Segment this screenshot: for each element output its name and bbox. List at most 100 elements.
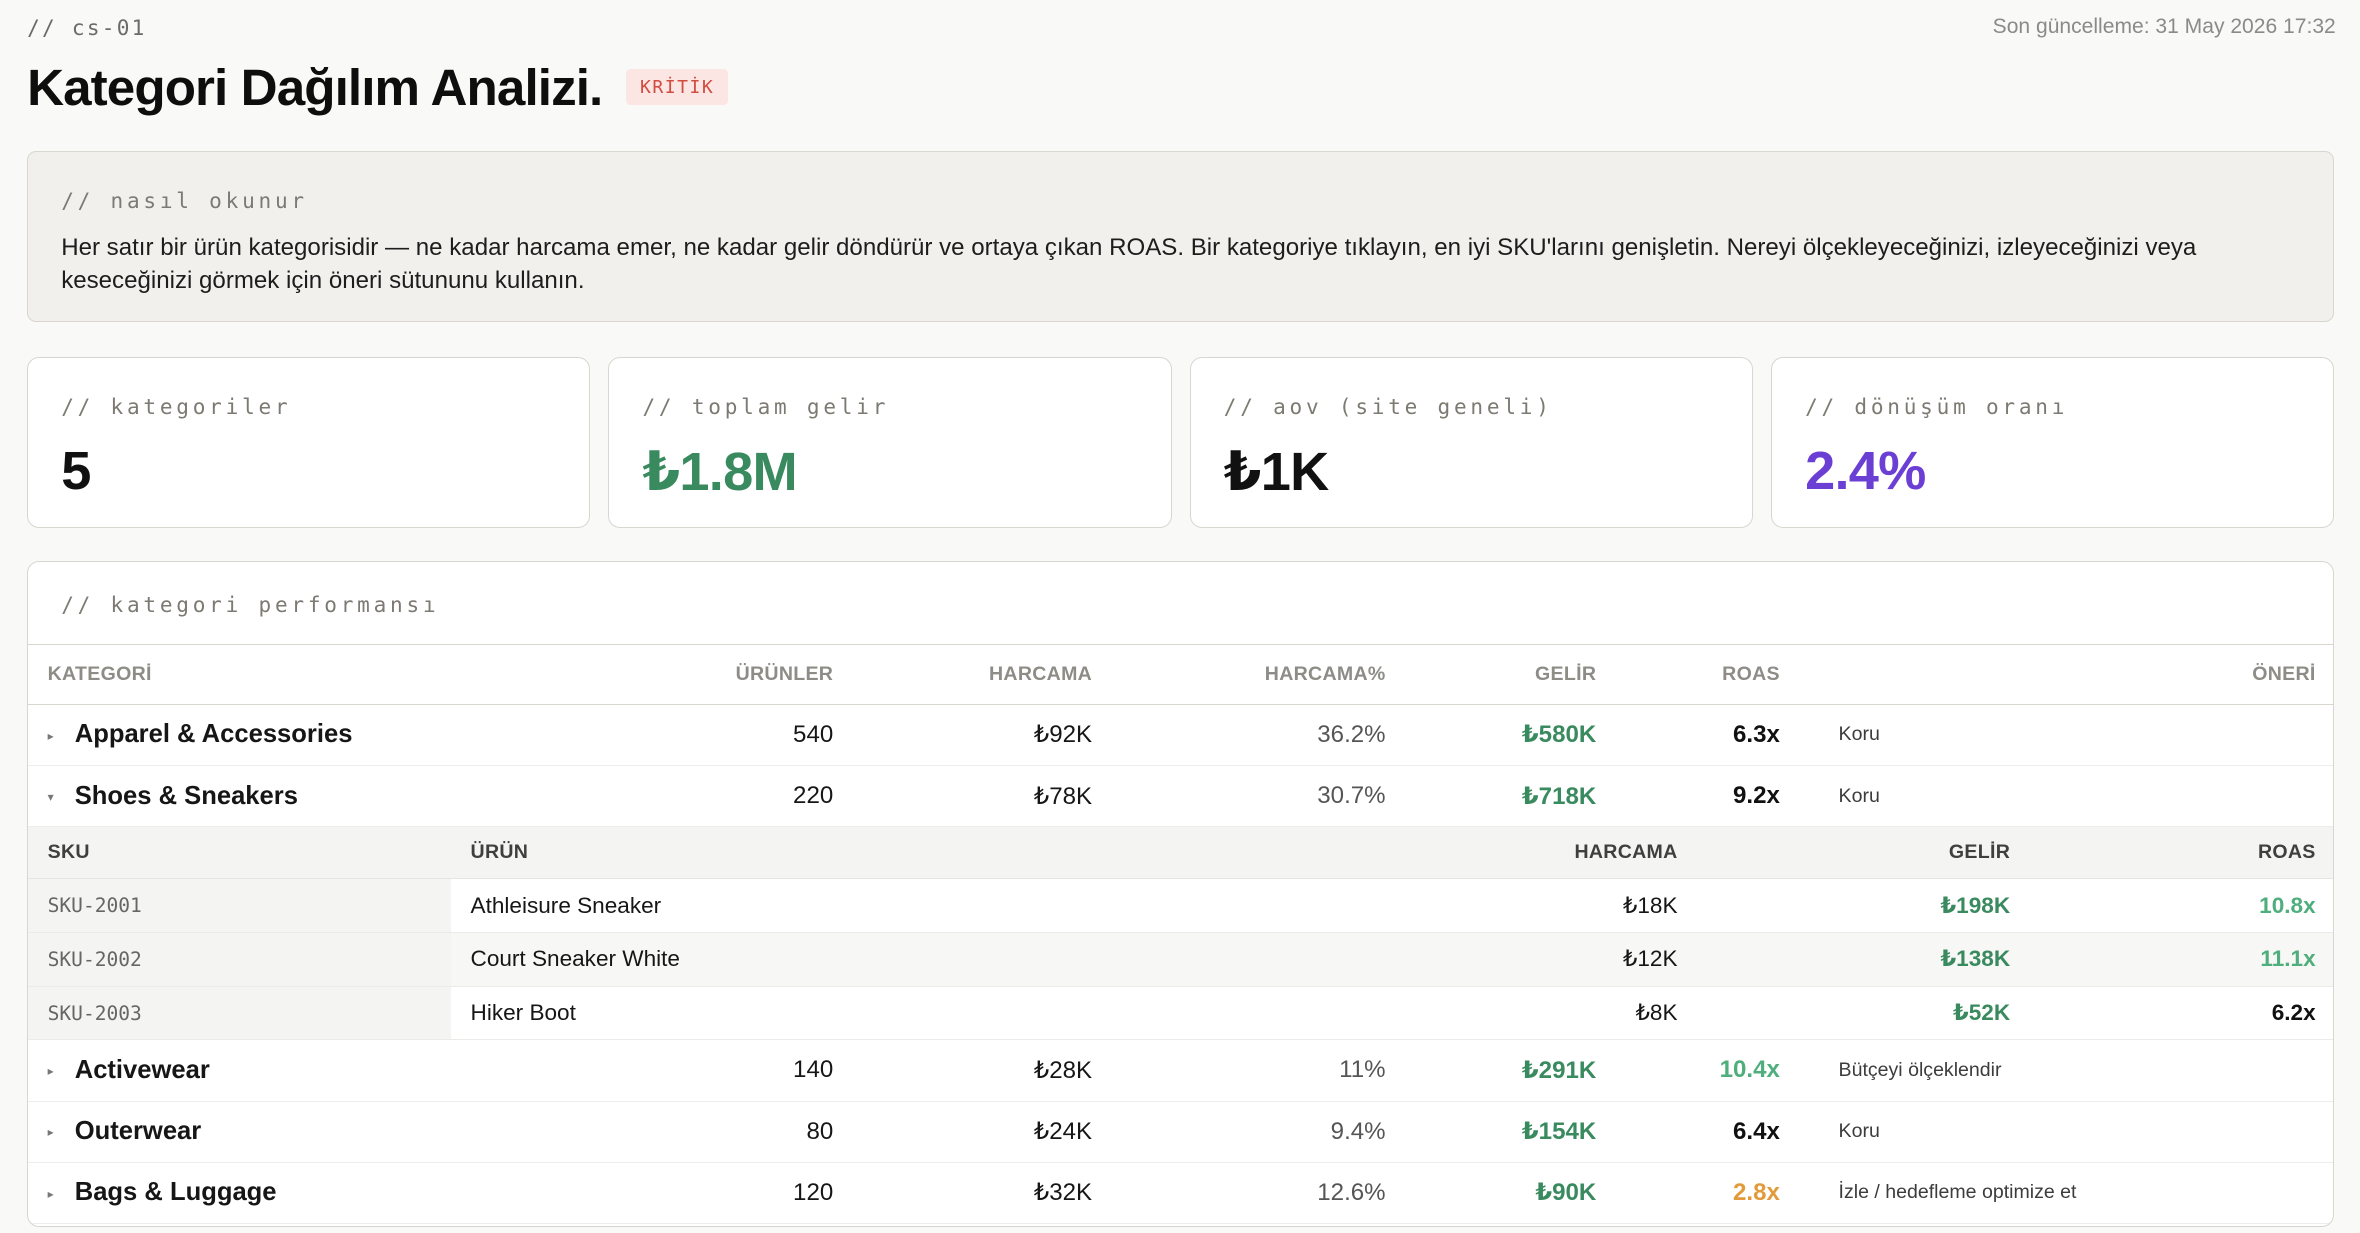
sku-col-header-product: ÜRÜN (450, 827, 1038, 880)
col-header-category[interactable]: KATEGORİ (28, 645, 634, 705)
sku-code: SKU-2001 (28, 878, 451, 934)
kpi-label: // toplam gelir (642, 393, 890, 419)
col-header-recommendation[interactable]: ÖNERİ (1799, 645, 2334, 705)
category-name: Shoes & Sneakers (74, 781, 298, 810)
spend-pct-cell: 12.6% (1111, 1162, 1406, 1224)
category-performance-panel: // kategori performansı KATEGORİ ÜRÜNLER… (27, 561, 2335, 1227)
revenue-cell: ₺718K (1405, 765, 1616, 828)
products-cell: 120 (633, 1162, 853, 1224)
kpi-label: // aov (site geneli) (1223, 393, 1553, 419)
roas-cell: 6.4x (1615, 1101, 1800, 1163)
sku-product: Hiker Boot (450, 986, 1038, 1041)
revenue-cell: ₺580K (1405, 704, 1616, 766)
category-row-outerwear[interactable]: ▸ Outerwear 80 ₺24K 9.4% ₺154K 6.4x Koru (28, 1101, 2334, 1163)
category-name: Bags & Luggage (74, 1178, 277, 1207)
page-title: Kategori Dağılım Analizi. (27, 58, 603, 116)
products-cell: 220 (633, 765, 853, 828)
category-row-bags[interactable]: ▸ Bags & Luggage 120 ₺32K 12.6% ₺90K 2.8x… (28, 1162, 2334, 1224)
category-performance-header: // kategori performansı (28, 562, 2334, 646)
sku-roas: 6.2x (2029, 986, 2334, 1041)
col-header-roas[interactable]: ROAS (1615, 645, 1800, 705)
col-header-revenue[interactable]: GELİR (1405, 645, 1616, 705)
how-to-read-panel: // nasıl okunur Her satır bir ürün kateg… (27, 150, 2335, 323)
spend-cell: ₺32K (852, 1162, 1112, 1224)
sku-col-header-spend: HARCAMA (1037, 827, 1698, 880)
how-to-read-text: Her satır bir ürün kategorisidir — ne ka… (61, 233, 2197, 294)
spend-pct-cell: 9.4% (1111, 1101, 1406, 1163)
kpi-card-categories: // kategoriler 5 (27, 356, 591, 529)
spend-cell: ₺92K (852, 704, 1112, 766)
sku-code: SKU-2003 (28, 986, 451, 1041)
products-cell: 140 (633, 1040, 853, 1102)
sku-product: Court Sneaker White (450, 932, 1038, 987)
kpi-value: ₺1.8M (642, 441, 797, 502)
recommendation-cell: İzle / hedefleme optimize et (1799, 1162, 2334, 1224)
collapse-caret-icon[interactable]: ▾ (48, 790, 75, 804)
sku-revenue: ₺52K (1697, 986, 2030, 1041)
category-name: Activewear (74, 1055, 210, 1084)
title-row: Kategori Dağılım Analizi. KRİTİK (27, 54, 728, 120)
expand-caret-icon[interactable]: ▸ (48, 1064, 75, 1078)
sku-row: SKU-2001 Athleisure Sneaker ₺18K ₺198K 1… (28, 878, 2334, 934)
roas-cell: 6.3x (1615, 704, 1800, 766)
recommendation-cell: Koru (1799, 1101, 2334, 1163)
products-cell: 540 (633, 704, 853, 766)
sku-col-header-sku: SKU (28, 827, 451, 880)
dashboard-page: // cs-01 Son güncelleme: 31 May 2026 17:… (0, 0, 2360, 1233)
expand-caret-icon[interactable]: ▸ (48, 729, 75, 743)
kpi-cards: // kategoriler 5 // toplam gelir ₺1.8M /… (27, 356, 2335, 529)
roas-cell: 10.4x (1615, 1040, 1800, 1102)
spend-pct-cell: 36.2% (1111, 704, 1406, 766)
sku-revenue: ₺198K (1697, 878, 2030, 934)
sku-spend: ₺18K (1037, 878, 1698, 934)
spend-pct-cell: 30.7% (1111, 765, 1406, 828)
kpi-card-conversion-rate: // dönüşüm oranı 2.4% (1770, 356, 2335, 529)
sku-product: Athleisure Sneaker (450, 878, 1038, 934)
sku-row: SKU-2003 Hiker Boot ₺8K ₺52K 6.2x (28, 986, 2334, 1041)
spend-pct-cell: 11% (1111, 1040, 1406, 1102)
category-row-activewear[interactable]: ▸ Activewear 140 ₺28K 11% ₺291K 10.4x Büt… (28, 1040, 2334, 1102)
kpi-card-total-revenue: // toplam gelir ₺1.8M (608, 356, 1172, 529)
revenue-cell: ₺291K (1405, 1040, 1616, 1102)
kpi-value: 5 (61, 440, 91, 501)
sku-row: SKU-2002 Court Sneaker White ₺12K ₺138K … (28, 932, 2334, 987)
category-name: Apparel & Accessories (74, 720, 353, 749)
expand-caret-icon[interactable]: ▸ (48, 1187, 75, 1201)
recommendation-cell: Koru (1799, 765, 2334, 828)
sku-table-header: SKU ÜRÜN HARCAMA GELİR ROAS (28, 827, 2334, 880)
kpi-label: // dönüşüm oranı (1805, 393, 2069, 419)
last-updated-timestamp: Son güncelleme: 31 May 2026 17:32 (1992, 15, 2336, 39)
products-cell: 80 (633, 1101, 853, 1163)
sku-table: SKU ÜRÜN HARCAMA GELİR ROAS SKU-2001 Ath… (28, 827, 2334, 1041)
sku-roas: 11.1x (2029, 932, 2334, 987)
recommendation-cell: Bütçeyi ölçeklendir (1799, 1040, 2334, 1102)
kpi-label: // kategoriler (61, 393, 292, 419)
spend-cell: ₺78K (852, 765, 1112, 828)
roas-cell: 9.2x (1615, 765, 1800, 828)
category-row-shoes[interactable]: ▾ Shoes & Sneakers 220 ₺78K 30.7% ₺718K 9… (28, 765, 2334, 828)
sku-col-header-roas: ROAS (2029, 827, 2334, 880)
kpi-value: 2.4% (1805, 440, 1926, 501)
recommendation-cell: Koru (1799, 704, 2334, 766)
revenue-cell: ₺154K (1405, 1101, 1616, 1163)
expand-caret-icon[interactable]: ▸ (48, 1125, 75, 1139)
spend-cell: ₺24K (852, 1101, 1112, 1163)
sku-spend: ₺8K (1037, 986, 1698, 1041)
sku-roas: 10.8x (2029, 878, 2334, 934)
sku-code: SKU-2002 (28, 932, 451, 987)
revenue-cell: ₺90K (1405, 1162, 1616, 1224)
spend-cell: ₺28K (852, 1040, 1112, 1102)
how-to-read-label: // nasıl okunur (61, 187, 308, 213)
col-header-spend[interactable]: HARCAMA (852, 645, 1112, 705)
col-header-spend-pct[interactable]: HARCAMA% (1111, 645, 1406, 705)
category-table-header: KATEGORİ ÜRÜNLER HARCAMA HARCAMA% GELİR … (28, 645, 2334, 705)
category-name: Outerwear (74, 1117, 202, 1146)
sku-spend: ₺12K (1037, 932, 1698, 987)
col-header-products[interactable]: ÜRÜNLER (633, 645, 853, 705)
section-code: // cs-01 (27, 15, 147, 41)
category-row-apparel[interactable]: ▸ Apparel & Accessories 540 ₺92K 36.2% ₺5… (28, 704, 2334, 766)
top-bar: // cs-01 Son güncelleme: 31 May 2026 17:… (27, 15, 2336, 45)
sku-col-header-revenue: GELİR (1697, 827, 2030, 880)
status-badge: KRİTİK (626, 69, 728, 106)
kpi-value: ₺1K (1223, 441, 1329, 502)
